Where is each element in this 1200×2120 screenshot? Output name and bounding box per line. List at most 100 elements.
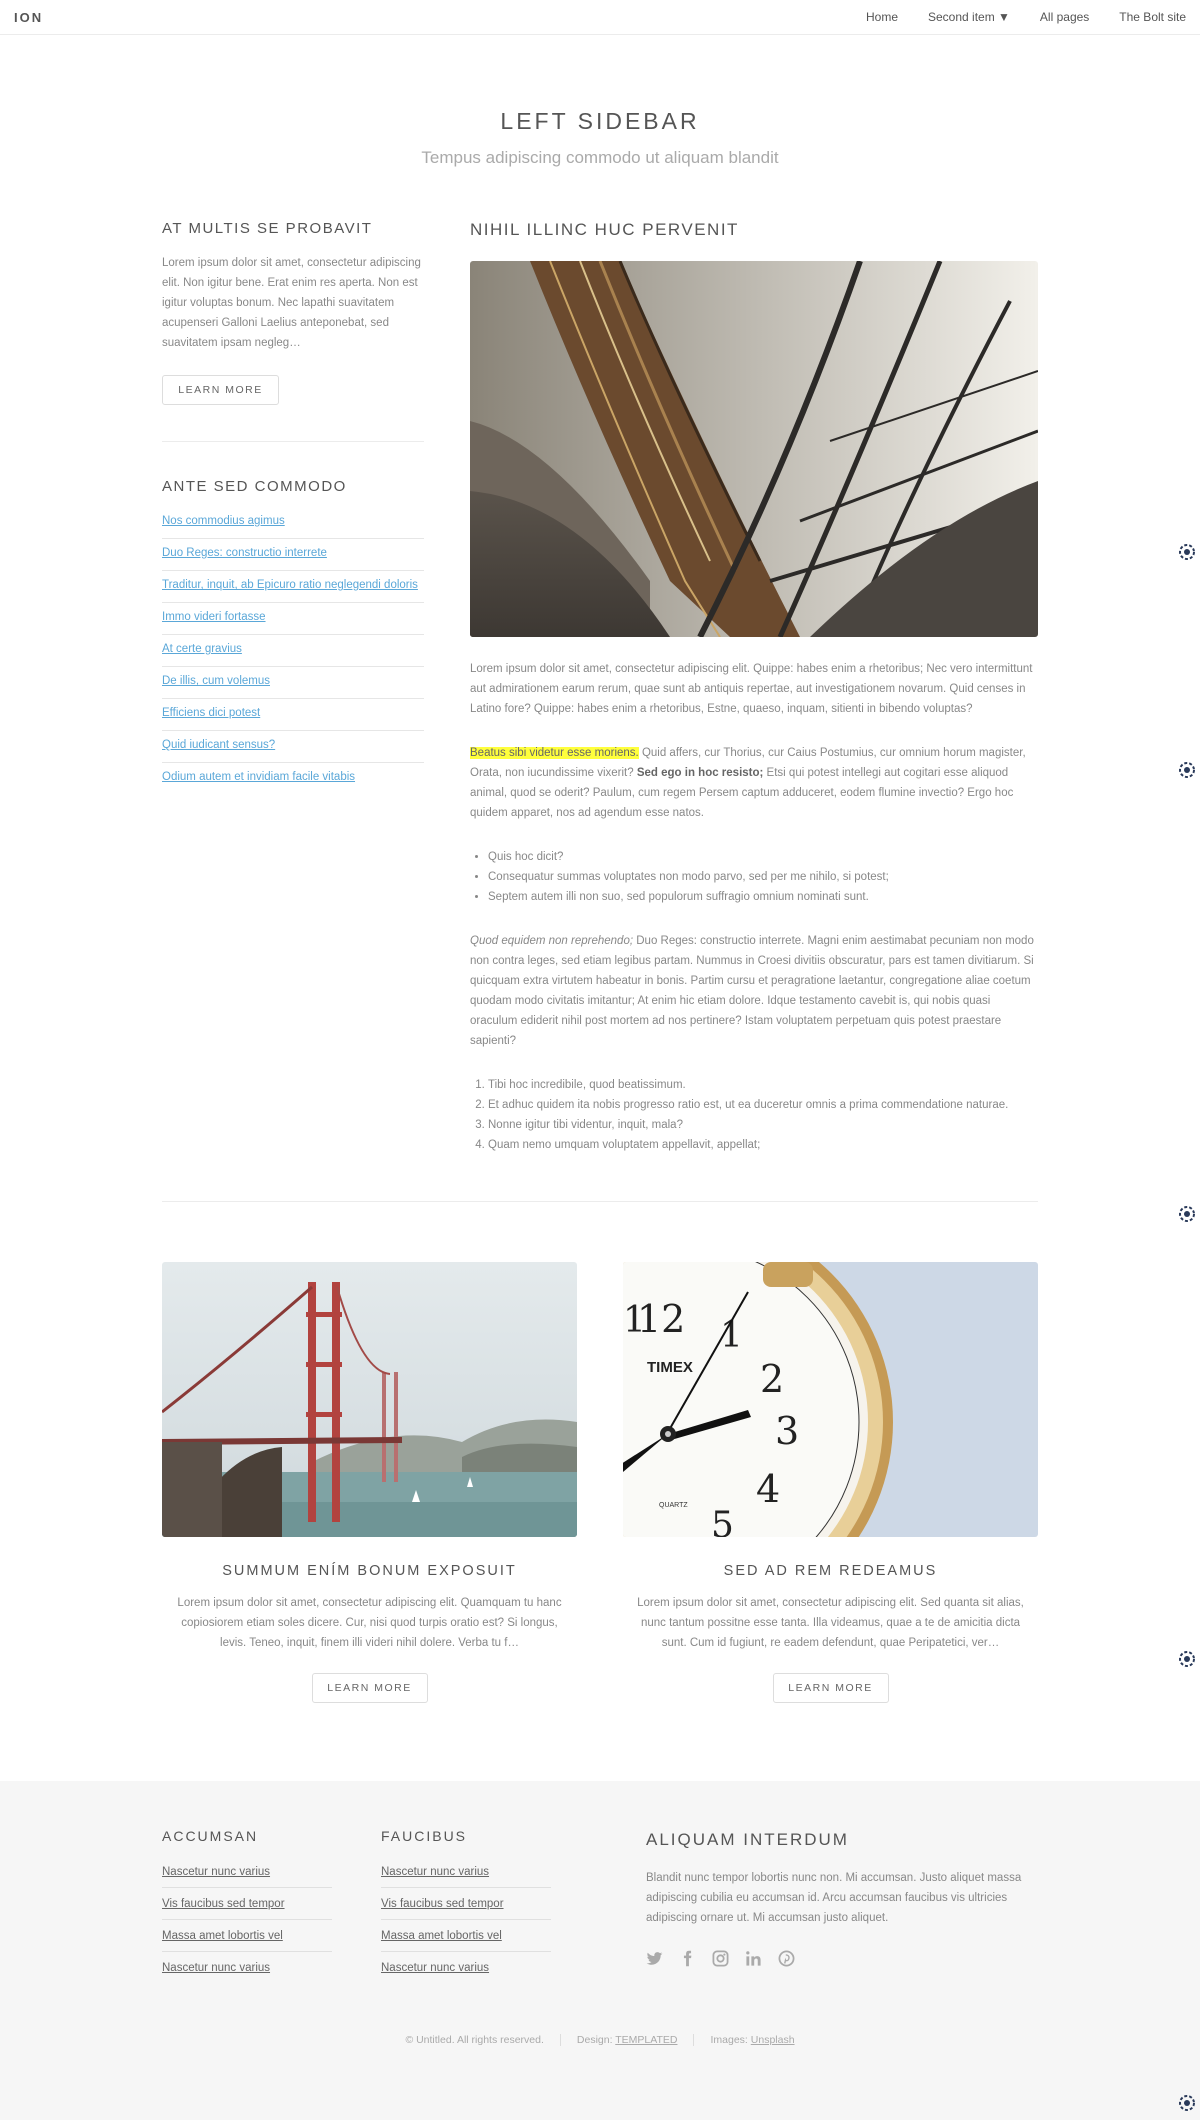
list-item: Odium autem et invidiam facile vitabis — [162, 763, 424, 795]
card-learn-more-button[interactable]: LEARN MORE — [772, 1673, 889, 1703]
alarm-clock-photo: 12 1 2 3 4 5 1 TIMEX QUARTZ — [623, 1262, 1038, 1537]
list-item: Efficiens dici potest — [162, 699, 424, 731]
list-item: Vis faucibus sed tempor — [381, 1888, 551, 1920]
card-text: Lorem ipsum dolor sit amet, consectetur … — [637, 1597, 1024, 1649]
list-item: Tibi hoc incredibile, quod beatissimum. — [488, 1075, 1038, 1095]
footer-heading: ACCUMSAN — [162, 1828, 259, 1844]
sidebar-link[interactable]: Quid iudicant sensus? — [162, 739, 275, 751]
list-item: Immo videri fortasse — [162, 603, 424, 635]
list-item: Massa amet lobortis vel — [162, 1920, 332, 1952]
twitter-icon[interactable] — [646, 1950, 663, 1967]
clock-image: 12 1 2 3 4 5 1 TIMEX QUARTZ — [623, 1262, 1038, 1537]
copyright-text: © Untitled. All rights reserved. — [405, 2034, 544, 2046]
sidebar-link[interactable]: Duo Reges: constructio interrete — [162, 547, 327, 559]
sidebar-link[interactable]: At certe gravius — [162, 643, 242, 655]
feature-card: 12 1 2 3 4 5 1 TIMEX QUARTZ SED AD REM R… — [623, 1262, 1038, 1703]
ordered-list: Tibi hoc incredibile, quod beatissimum. … — [470, 1075, 1038, 1155]
site-logo[interactable]: ION — [14, 10, 43, 25]
section-divider — [162, 1201, 1038, 1202]
footer-link[interactable]: Vis faucibus sed tempor — [162, 1898, 285, 1910]
sidebar-link[interactable]: Efficiens dici potest — [162, 707, 260, 719]
footer-link[interactable]: Nascetur nunc varius — [381, 1962, 489, 1974]
sidebar-text: Lorem ipsum dolor sit amet, consectetur … — [162, 257, 421, 349]
list-item: Nascetur nunc varius — [381, 1856, 551, 1888]
svg-text:5: 5 — [711, 1505, 734, 1537]
svg-text:3: 3 — [775, 1409, 799, 1453]
footer-heading: FAUCIBUS — [381, 1828, 468, 1844]
footer-link[interactable]: Vis faucibus sed tempor — [381, 1898, 504, 1910]
list-item: Quam nemo umquam voluptatem appellavit, … — [488, 1135, 1038, 1155]
footer-link-list: Nascetur nunc varius Vis faucibus sed te… — [162, 1856, 332, 1984]
svg-text:QUARTZ: QUARTZ — [659, 1502, 688, 1509]
feature-card: SUMMUM ENÍM BONUM EXPOSUIT Lorem ipsum d… — [162, 1262, 577, 1703]
sidebar-link[interactable]: Odium autem et invidiam facile vitabis — [162, 771, 355, 783]
sidebar-divider — [162, 441, 424, 442]
sidebar-link-list: Nos commodius agimus Duo Reges: construc… — [162, 507, 424, 795]
list-item: Nascetur nunc varius — [381, 1952, 551, 1984]
footer-link[interactable]: Massa amet lobortis vel — [381, 1930, 502, 1942]
list-item: Vis faucibus sed tempor — [162, 1888, 332, 1920]
gear-icon[interactable] — [1178, 1205, 1196, 1223]
sidebar-link[interactable]: Immo videri fortasse — [162, 611, 266, 623]
sidebar-link[interactable]: Nos commodius agimus — [162, 515, 285, 527]
nav-item-home[interactable]: Home — [866, 10, 898, 24]
bold-text: Sed ego in hoc resisto; — [636, 767, 764, 779]
nav-item-bolt-site[interactable]: The Bolt site — [1119, 10, 1186, 24]
svg-text:1: 1 — [623, 1300, 646, 1341]
svg-text:2: 2 — [760, 1357, 784, 1401]
card-title: SED AD REM REDEAMUS — [723, 1563, 938, 1579]
credit-label: Images: — [710, 2034, 748, 2046]
sidebar-heading: AT MULTIS SE PROBAVIT — [162, 220, 373, 237]
nav-item-second[interactable]: Second item ▼ — [928, 10, 1010, 24]
linkedin-icon[interactable] — [745, 1950, 762, 1967]
golden-gate-photo — [162, 1262, 577, 1537]
sidebar-learn-more-button[interactable]: LEARN MORE — [162, 375, 279, 405]
facebook-icon[interactable] — [679, 1950, 696, 1967]
list-item: De illis, cum volemus — [162, 667, 424, 699]
library-image — [470, 261, 1038, 637]
footer-column: FAUCIBUS Nascetur nunc varius Vis faucib… — [381, 1828, 551, 1984]
copyright-bar: © Untitled. All rights reserved. Design:… — [0, 2034, 1200, 2046]
social-links — [646, 1950, 1038, 1967]
footer-about: ALIQUAM INTERDUM Blandit nunc tempor lob… — [646, 1830, 1038, 1967]
sidebar-links-heading: ANTE SED COMMODO — [162, 478, 347, 495]
highlighted-text: Beatus sibi videtur esse moriens. — [470, 747, 639, 759]
gear-icon[interactable] — [1178, 1650, 1196, 1668]
card-title: SUMMUM ENÍM BONUM EXPOSUIT — [222, 1563, 517, 1579]
list-item: Nascetur nunc varius — [162, 1952, 332, 1984]
credit-label: Design: — [576, 2034, 613, 2046]
list-item: At certe gravius — [162, 635, 424, 667]
templated-link[interactable]: TEMPLATED — [615, 2034, 677, 2046]
list-item: Quis hoc dicit? — [488, 847, 1038, 867]
footer-link[interactable]: Nascetur nunc varius — [381, 1866, 489, 1878]
footer-link[interactable]: Massa amet lobortis vel — [162, 1930, 283, 1942]
main-nav: Home Second item ▼ All pages The Bolt si… — [866, 10, 1186, 24]
images-credit: Images: Unsplash — [693, 2034, 810, 2046]
footer-link[interactable]: Nascetur nunc varius — [162, 1962, 270, 1974]
instagram-icon[interactable] — [712, 1950, 729, 1967]
sidebar-link[interactable]: De illis, cum volemus — [162, 675, 270, 687]
footer-about-heading: ALIQUAM INTERDUM — [646, 1830, 849, 1849]
page-title: LEFT SIDEBAR — [500, 108, 700, 134]
svg-text:TIMEX: TIMEX — [647, 1359, 693, 1376]
article-paragraph: Quod equidem non reprehendo; Duo Reges: … — [470, 931, 1038, 1051]
nav-item-all-pages[interactable]: All pages — [1040, 10, 1089, 24]
pinterest-icon[interactable] — [778, 1950, 795, 1967]
gear-icon[interactable] — [1178, 761, 1196, 779]
footer-link[interactable]: Nascetur nunc varius — [162, 1866, 270, 1878]
page-subtitle: Tempus adipiscing commodo ut aliquam bla… — [421, 148, 779, 167]
svg-text:4: 4 — [756, 1467, 780, 1511]
article-paragraph: Lorem ipsum dolor sit amet, consectetur … — [470, 663, 1033, 715]
card-learn-more-button[interactable]: LEARN MORE — [311, 1673, 428, 1703]
gear-icon[interactable] — [1178, 543, 1196, 561]
card-text: Lorem ipsum dolor sit amet, consectetur … — [177, 1597, 562, 1649]
top-nav-bar: ION Home Second item ▼ All pages The Bol… — [0, 0, 1200, 35]
left-sidebar: AT MULTIS SE PROBAVIT Lorem ipsum dolor … — [162, 220, 424, 795]
list-item: Nascetur nunc varius — [162, 1856, 332, 1888]
library-photo — [470, 261, 1038, 637]
unsplash-link[interactable]: Unsplash — [751, 2034, 795, 2046]
gear-icon[interactable] — [1178, 2094, 1196, 2112]
list-item: Massa amet lobortis vel — [381, 1920, 551, 1952]
sidebar-link[interactable]: Traditur, inquit, ab Epicuro ratio negle… — [162, 579, 418, 591]
list-item: Quid iudicant sensus? — [162, 731, 424, 763]
